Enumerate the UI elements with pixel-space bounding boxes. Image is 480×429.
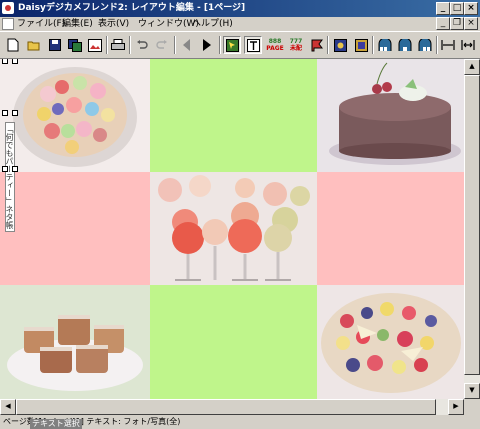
previous-page-icon[interactable] [178,36,196,54]
align-left-icon[interactable] [376,36,394,54]
app-icon[interactable] [2,2,14,14]
save-all-icon[interactable] [66,36,84,54]
scroll-right-icon[interactable]: ▶ [448,399,464,415]
background-icon[interactable] [352,36,370,54]
resize-handle[interactable] [12,59,18,64]
horizontal-scroll-thumb[interactable] [16,399,436,415]
next-page-icon[interactable] [198,36,216,54]
doc-close-button[interactable]: × [464,17,478,30]
scroll-up-icon[interactable]: ▲ [464,59,480,75]
distribute-width-icon[interactable] [459,36,477,54]
menu-bar: ファイル(F) 編集(E) 表示(V) ウィンドウ(W) ヘルプ(H) _ ❐ … [0,17,480,31]
select-tool-icon[interactable] [223,36,241,54]
doc-minimize-button[interactable]: _ [436,17,450,30]
berry-tart-photo[interactable] [317,285,464,399]
menu-view[interactable]: 表示(V) [98,17,129,31]
toolbar: 888 PAGE 777 未配 [0,31,480,59]
color-block-green[interactable] [150,59,317,172]
open-folder-icon[interactable] [25,36,43,54]
pastries-plate-photo[interactable] [0,285,150,399]
resize-handle[interactable] [2,59,8,64]
fruit-tart-photo[interactable] [0,59,150,172]
image-icon[interactable] [86,36,104,54]
menu-edit[interactable]: 編集(E) [62,17,93,31]
doc-restore-button[interactable]: ❐ [450,17,464,30]
unassigned-label: 未配 [289,44,302,52]
close-button[interactable]: × [464,2,478,15]
menu-help[interactable]: ヘルプ(H) [192,17,233,31]
new-icon[interactable] [4,36,22,54]
align-right-icon[interactable] [416,36,434,54]
color-block-pink-right[interactable] [317,172,464,285]
resize-handle[interactable] [12,166,18,172]
document-icon[interactable] [2,18,14,30]
save-icon[interactable] [46,36,64,54]
layout-canvas[interactable]: 「何でもパーティー」ネタ帳 [0,59,464,399]
vertical-scrollbar[interactable]: ▲ ▼ [464,59,480,399]
print-icon[interactable] [109,36,127,54]
maximize-button[interactable]: □ [450,2,464,15]
ice-cream-glasses-photo[interactable] [150,172,317,285]
window-title: Daisyデジカメフレンド2: レイアウト編集 - [1ページ] [18,3,246,13]
scroll-down-icon[interactable]: ▼ [464,383,480,399]
align-center-icon[interactable] [396,36,414,54]
menu-file[interactable]: ファイル(F) [17,17,65,31]
color-block-pink-left[interactable] [0,172,150,285]
page-icon[interactable]: 888 PAGE [266,36,284,54]
redo-icon[interactable] [153,36,171,54]
resize-handle[interactable] [2,110,8,116]
resize-handle[interactable] [12,110,18,116]
distribute-horizontal-icon[interactable] [439,36,457,54]
color-block-green-bottom[interactable] [150,285,317,399]
status-hint: テキスト選択 [30,419,82,429]
unassigned-icon[interactable]: 777 未配 [287,36,305,54]
vertical-text-frame[interactable]: 「何でもパーティー」ネタ帳 [5,122,15,232]
title-bar: Daisyデジカメフレンド2: レイアウト編集 - [1ページ] _ □ × [0,0,480,17]
color-picker-icon[interactable] [331,36,349,54]
menu-window[interactable]: ウィンドウ(W) [138,17,199,31]
page-label: PAGE [266,44,284,52]
horizontal-scrollbar[interactable]: ◀ ▶ [0,399,464,415]
vertical-scroll-thumb[interactable] [464,75,480,375]
status-bar: ページ数[1] ページ[1] テキスト: フォト/写真(全) テキスト選択 [0,415,480,429]
scroll-left-icon[interactable]: ◀ [0,399,16,415]
flag-icon[interactable] [308,36,326,54]
undo-icon[interactable] [133,36,151,54]
resize-handle[interactable] [2,166,8,172]
text-tool-icon[interactable] [244,36,262,54]
minimize-button[interactable]: _ [436,2,450,15]
chocolate-cake-photo[interactable] [317,59,464,172]
scroll-corner [464,399,480,415]
